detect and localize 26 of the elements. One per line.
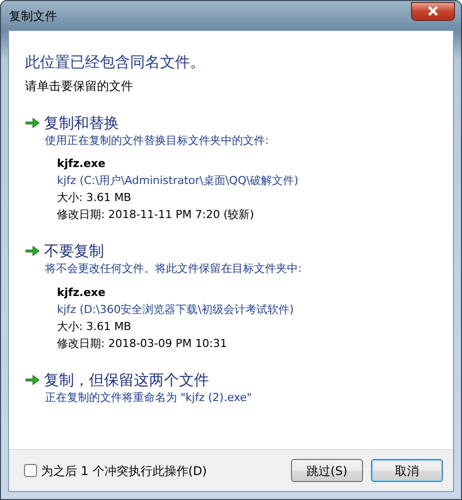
option-title[interactable]: 复制，但保留这两个文件 <box>44 370 209 390</box>
file-size: 大小: 3.61 MB <box>57 190 132 206</box>
close-icon <box>427 6 439 16</box>
arrow-icon <box>25 116 40 128</box>
dialog-heading: 此位置已经包含同名文件。 <box>25 52 206 73</box>
checkbox[interactable] <box>24 464 37 477</box>
file-date: 修改日期: 2018-11-11 PM 7:20 (较新) <box>57 207 256 223</box>
checkbox-label: 为之后 1 个冲突执行此操作(D) <box>41 462 207 480</box>
skip-button[interactable]: 跳过(S) <box>291 459 363 482</box>
file-path: kjfz (C:\用户\Administrator\桌面\QQ\破解文件) <box>57 173 300 189</box>
option-description: 使用正在复制的文件替换目标文件夹中的文件: <box>45 132 270 148</box>
option-description: 将不会更改任何文件。将此文件保留在目标文件夹中: <box>45 261 303 277</box>
option-title[interactable]: 不要复制 <box>44 241 104 261</box>
close-button[interactable] <box>411 2 455 20</box>
arrow-icon <box>25 245 40 257</box>
file-path: kjfz (D:\360安全浏览器下载\初级会计考试软件) <box>57 302 295 318</box>
file-name: kjfz.exe <box>57 284 106 300</box>
file-size: 大小: 3.61 MB <box>57 318 132 334</box>
cancel-button[interactable]: 取消 <box>371 459 443 482</box>
option-description: 正在复制的文件将重命名为 "kjfz (2).exe" <box>45 390 253 406</box>
window-title: 复制文件 <box>9 8 57 24</box>
option-title[interactable]: 复制和替换 <box>44 112 119 132</box>
file-name: kjfz.exe <box>57 156 106 172</box>
instruction-text: 请单击要保留的文件 <box>25 78 134 94</box>
arrow-icon <box>25 374 40 386</box>
file-date: 修改日期: 2018-03-09 PM 10:31 <box>57 336 228 352</box>
